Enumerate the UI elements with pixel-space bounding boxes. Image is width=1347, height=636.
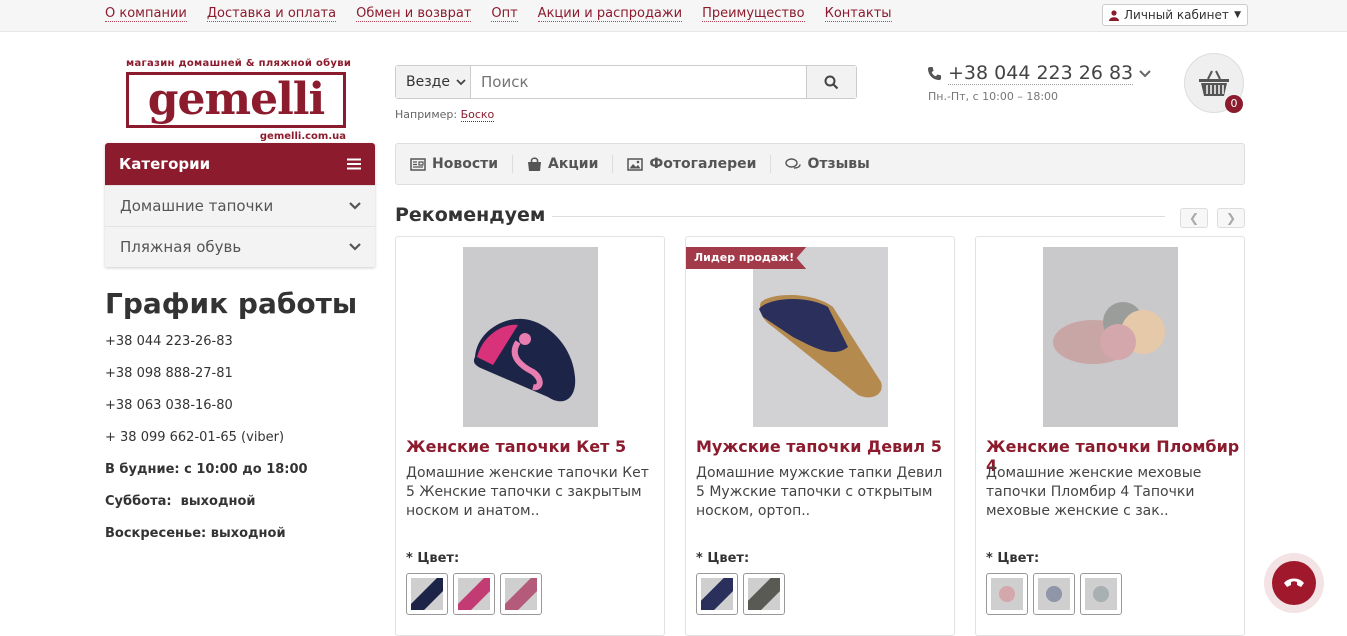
color-swatch[interactable]: [1080, 573, 1122, 615]
top-bar: О компании Доставка и оплата Обмен и воз…: [0, 0, 1347, 32]
logo-wordmark: gemelli: [147, 74, 325, 125]
schedule-phone-1: +38 044 223-26-83: [105, 334, 233, 349]
recommend-title: Рекомендуем: [395, 204, 546, 226]
infobar-news[interactable]: Новости: [410, 155, 514, 173]
nav-contacts[interactable]: Контакты: [824, 6, 892, 22]
search-icon: [824, 75, 839, 89]
color-swatch[interactable]: [986, 573, 1028, 615]
schedule-sunday: Воскресенье: выходной: [105, 526, 286, 541]
color-label: * Цвет:: [696, 551, 750, 566]
infobar-promo-label: Акции: [548, 156, 599, 172]
color-swatches: [986, 573, 1122, 615]
search-button[interactable]: [806, 66, 856, 98]
product-image[interactable]: [1043, 247, 1178, 427]
site-logo[interactable]: магазин домашней & пляжной обуви gemelli…: [126, 58, 352, 142]
color-swatch[interactable]: [453, 573, 495, 615]
section-divider: [552, 216, 1165, 217]
product-description: Домашние мужские тапки Девил 5 Мужские т…: [696, 465, 943, 519]
category-beach-shoes[interactable]: Пляжная обувь: [105, 226, 375, 267]
color-swatch[interactable]: [500, 573, 542, 615]
product-card[interactable]: Лидер продаж! Мужские тапочки Девил 5 До…: [685, 236, 955, 636]
product-description: Домашние женские меховые тапочки Пломбир…: [986, 465, 1202, 519]
search-bar: Везде: [395, 65, 857, 99]
category-home-slippers[interactable]: Домашние тапочки: [105, 185, 375, 226]
caret-down-icon: ▼: [1234, 10, 1241, 20]
phone-hangup-icon: [1284, 578, 1304, 587]
search-example-link[interactable]: Боско: [460, 108, 495, 122]
search-example-prefix: Например:: [395, 108, 458, 121]
nav-sales[interactable]: Акции и распродажи: [537, 6, 683, 22]
color-label: * Цвет:: [406, 551, 460, 566]
comments-icon: [785, 157, 802, 169]
product-card[interactable]: Женские тапочки Пломбир 4 Домашние женск…: [975, 236, 1245, 636]
cart-count-badge: 0: [1225, 95, 1243, 113]
chevron-down-icon: [456, 78, 466, 85]
infobar-gallery[interactable]: Фотогалереи: [613, 155, 772, 173]
product-description: Домашние женские тапочки Кет 5 Женские т…: [406, 465, 649, 519]
infobar-reviews-label: Отзывы: [807, 156, 870, 172]
newspaper-icon: [410, 157, 426, 171]
infobar-promo[interactable]: Акции: [513, 155, 614, 173]
info-bar: Новости Акции Фотогалереи Отзывы: [395, 143, 1245, 185]
search-input[interactable]: [471, 66, 806, 98]
infobar-reviews[interactable]: Отзывы: [771, 155, 883, 173]
schedule-saturday: Суббота: выходной: [105, 494, 256, 509]
shopping-bag-icon: [528, 157, 542, 171]
color-swatch[interactable]: [1033, 573, 1075, 615]
nav-wholesale[interactable]: Опт: [491, 6, 518, 22]
categories-menu: Категории Домашние тапочки Пляжная обувь: [105, 143, 375, 267]
infobar-gallery-label: Фотогалереи: [649, 156, 757, 172]
color-swatch[interactable]: [696, 573, 738, 615]
product-name[interactable]: Мужские тапочки Девил 5: [696, 437, 942, 456]
chevron-down-icon: [1139, 69, 1151, 77]
account-label: Личный кабинет: [1124, 8, 1229, 22]
carousel-prev-button[interactable]: ❮: [1180, 208, 1208, 228]
basket-icon: [1199, 70, 1229, 96]
color-swatches: [696, 573, 785, 615]
search-example: Например: Боско: [395, 108, 495, 122]
account-dropdown[interactable]: Личный кабинет ▼: [1102, 4, 1248, 26]
color-swatch[interactable]: [743, 573, 785, 615]
search-scope-select[interactable]: Везде: [396, 66, 471, 98]
product-image[interactable]: [753, 247, 888, 427]
phone-dropdown[interactable]: +38 044 223 26 83: [927, 62, 1151, 85]
nav-returns[interactable]: Обмен и возврат: [356, 6, 472, 22]
schedule-phone-2: +38 098 888-27-81: [105, 366, 233, 381]
color-swatches: [406, 573, 542, 615]
category-label: Домашние тапочки: [120, 197, 274, 215]
user-icon: [1109, 9, 1119, 21]
logo-url: gemelli.com.ua: [259, 131, 346, 142]
nav-advantages[interactable]: Преимущество: [702, 6, 805, 22]
image-icon: [627, 157, 644, 171]
categories-title: Категории: [119, 155, 211, 173]
top-nav: О компании Доставка и оплата Обмен и воз…: [105, 6, 892, 22]
infobar-news-label: Новости: [432, 156, 499, 172]
schedule-phone-4: + 38 099 662-01-65 (viber): [105, 430, 285, 445]
carousel-next-button[interactable]: ❯: [1217, 208, 1245, 228]
callback-button[interactable]: [1272, 561, 1316, 605]
product-card[interactable]: Женские тапочки Кет 5 Домашние женские т…: [395, 236, 665, 636]
schedule-title: График работы: [105, 287, 358, 320]
phone-number: +38 044 223 26 83: [948, 62, 1134, 85]
bestseller-badge: Лидер продаж!: [686, 247, 807, 269]
product-image[interactable]: [463, 247, 598, 427]
nav-delivery[interactable]: Доставка и оплата: [206, 6, 337, 22]
product-name[interactable]: Женские тапочки Кет 5: [406, 437, 626, 456]
schedule-weekdays: В будние: с 10:00 до 18:00: [105, 462, 308, 477]
search-scope-label: Везде: [406, 74, 450, 90]
working-hours: Пн.-Пт, с 10:00 – 18:00: [928, 90, 1059, 103]
logo-tagline: магазин домашней & пляжной обуви: [126, 58, 352, 69]
chevron-down-icon: [349, 202, 361, 210]
hamburger-icon: [347, 158, 361, 170]
chevron-down-icon: [349, 243, 361, 251]
logo-frame: gemelli: [126, 72, 346, 128]
color-label: * Цвет:: [986, 551, 1040, 566]
category-label: Пляжная обувь: [120, 238, 242, 256]
phone-icon: [927, 66, 942, 81]
schedule-phone-3: +38 063 038-16-80: [105, 398, 233, 413]
color-swatch[interactable]: [406, 573, 448, 615]
categories-header[interactable]: Категории: [105, 143, 375, 185]
nav-about[interactable]: О компании: [105, 6, 187, 22]
